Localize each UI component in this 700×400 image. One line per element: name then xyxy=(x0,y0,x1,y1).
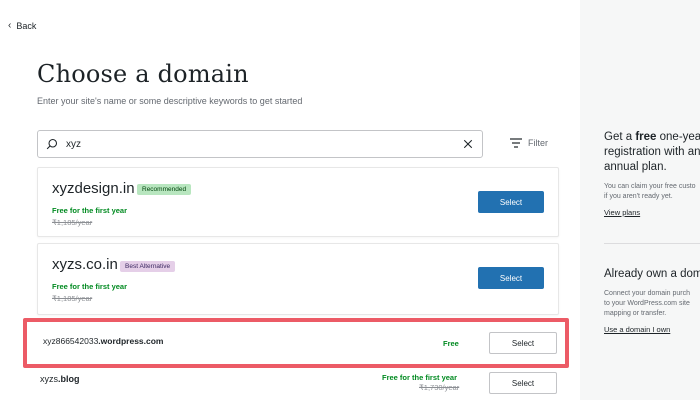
free-text: Free for the first year xyxy=(52,282,128,291)
search-value: xyz xyxy=(66,138,81,150)
recommended-badge: Recommended xyxy=(137,184,192,195)
promo-title-bold: free xyxy=(635,131,657,143)
domain-prefix: xyzs xyxy=(40,374,58,384)
filter-label: Filter xyxy=(528,138,548,148)
free-text: Free for the first year xyxy=(382,373,458,382)
filter-icon xyxy=(510,138,522,148)
chevron-left-icon: ‹ xyxy=(8,20,12,31)
back-link[interactable]: ‹ Back xyxy=(8,20,36,31)
select-button[interactable]: Select xyxy=(478,191,544,213)
own-desc-line3: mapping or transfer. xyxy=(604,310,667,317)
highlighted-domain-row: xyz866542033.wordpress.com Free Select xyxy=(23,318,569,368)
select-button[interactable]: Select xyxy=(489,372,557,394)
own-domain-title: Already own a dom xyxy=(604,268,700,280)
own-domain-panel: Already own a dom Connect your domain pu… xyxy=(604,267,700,334)
domain-name: xyz866542033.wordpress.com xyxy=(43,336,163,346)
domain-prefix: xyz866542033 xyxy=(43,336,99,346)
domain-result-card: xyzs.co.in Best Alternative Free for the… xyxy=(37,243,559,315)
promo-title: Get a free one-year registration with an a… xyxy=(604,130,700,175)
domain-suffix: .wordpress.com xyxy=(98,336,164,346)
use-own-domain-link[interactable]: Use a domain I own xyxy=(604,325,700,334)
view-plans-link[interactable]: View plans xyxy=(604,208,700,217)
old-price: ₹1,185/year xyxy=(52,218,93,227)
domain-name: xyzdesign.in xyxy=(52,180,135,197)
domain-suffix: .blog xyxy=(58,374,80,384)
promo-description: You can claim your free custo if you aren… xyxy=(604,182,700,202)
free-text: Free xyxy=(443,339,459,348)
search-icon xyxy=(46,138,58,150)
own-desc-line2: to your WordPress.com site xyxy=(604,300,690,307)
best-alternative-badge: Best Alternative xyxy=(120,261,176,272)
page-subtitle: Enter your site's name or some descripti… xyxy=(37,96,303,106)
own-domain-description: Connect your domain purch to your WordPre… xyxy=(604,289,700,319)
close-icon[interactable] xyxy=(462,138,474,150)
old-price: ₹1,730/year xyxy=(419,383,460,392)
select-button[interactable]: Select xyxy=(489,332,557,354)
domain-name: xyzs.co.in xyxy=(52,256,118,273)
promo-title-line2: registration with an xyxy=(604,146,700,158)
sidebar-divider xyxy=(604,243,700,244)
promo-title-pre: Get a xyxy=(604,131,636,143)
page-title: Choose a domain xyxy=(37,60,249,88)
filter-button[interactable]: Filter xyxy=(510,138,548,148)
free-domain-promo: Get a free one-year registration with an a… xyxy=(604,130,700,217)
promo-title-line3: annual plan. xyxy=(604,161,667,173)
promo-desc-line2: if you aren't ready yet. xyxy=(604,193,673,200)
domain-result-card: xyzdesign.in Recommended Free for the fi… xyxy=(37,167,559,237)
old-price: ₹1,185/year xyxy=(52,294,93,303)
own-desc-line1: Connect your domain purch xyxy=(604,290,690,297)
search-input[interactable]: xyz xyxy=(37,130,483,158)
free-text: Free for the first year xyxy=(52,206,128,215)
back-label: Back xyxy=(16,20,37,31)
promo-desc-line1: You can claim your free custo xyxy=(604,183,696,190)
page: ‹ Back Choose a domain Enter your site's… xyxy=(0,0,700,400)
select-button[interactable]: Select xyxy=(478,267,544,289)
domain-name: xyzs.blog xyxy=(40,374,80,384)
promo-title-post: one-year xyxy=(659,131,700,143)
